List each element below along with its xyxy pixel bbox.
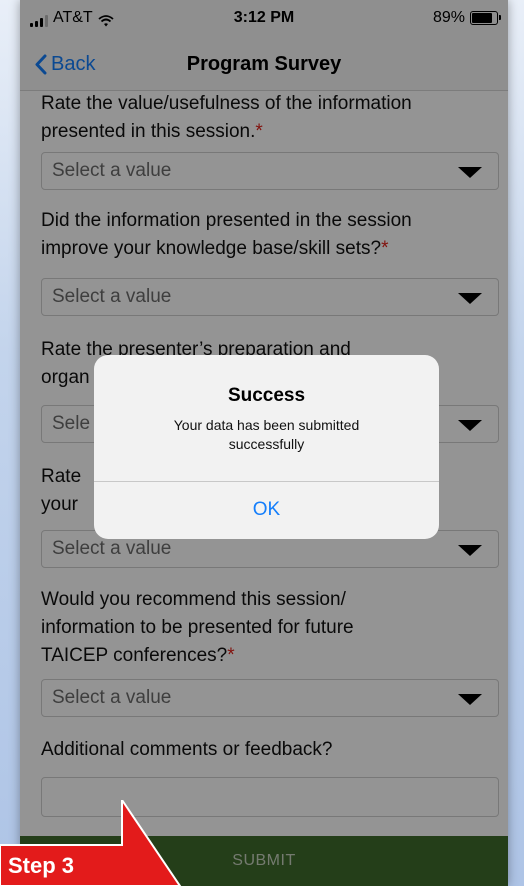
success-alert: Success Your data has been submitted suc…: [94, 355, 439, 539]
step-label: Step 3: [8, 853, 75, 878]
alert-message-line1: Your data has been submitted: [173, 417, 360, 433]
ok-button[interactable]: OK: [94, 481, 439, 539]
alert-message-line2: successfully: [228, 436, 305, 452]
alert-title: Success: [227, 385, 306, 406]
alert-message: Your data has been submitted successfull…: [114, 416, 419, 454]
